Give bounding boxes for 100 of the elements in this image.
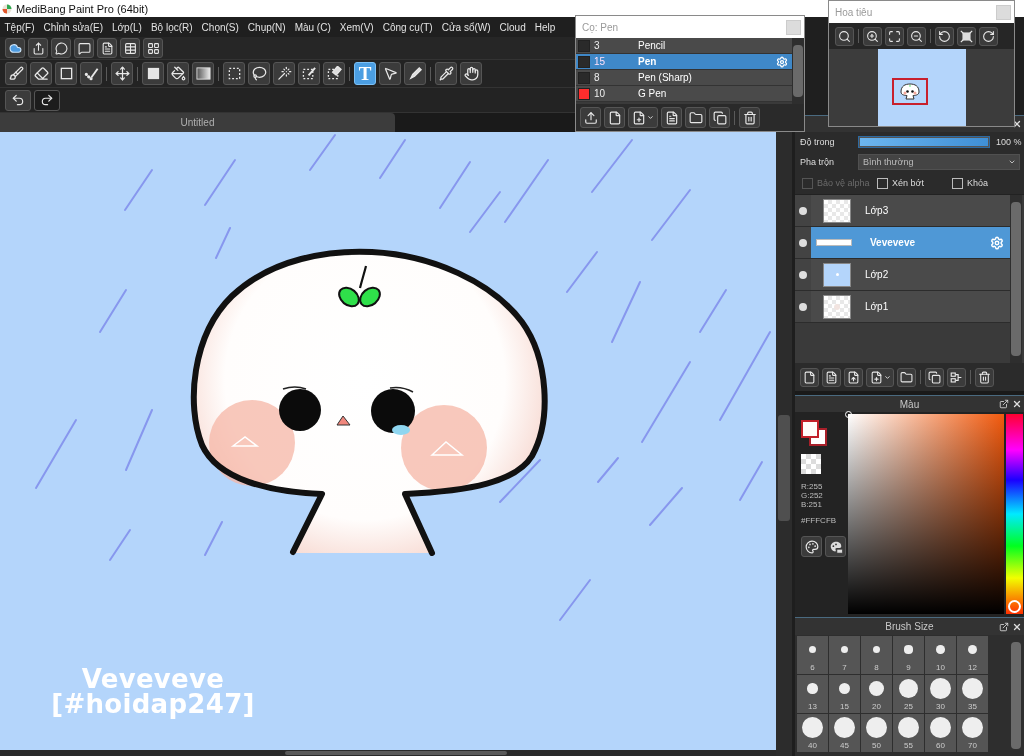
tool-button[interactable] xyxy=(223,62,245,85)
tool-button[interactable] xyxy=(404,62,426,85)
brush-row[interactable]: 15 Pen xyxy=(576,54,792,70)
viewport-frame[interactable] xyxy=(891,78,928,105)
tool-button[interactable]: T xyxy=(354,62,376,85)
tool-button[interactable] xyxy=(323,62,345,85)
tool-button[interactable] xyxy=(897,367,916,387)
scrollbar-thumb[interactable] xyxy=(1011,202,1021,356)
scrollbar[interactable] xyxy=(776,132,792,756)
tool-button[interactable] xyxy=(97,38,117,58)
tool-button[interactable] xyxy=(925,367,944,387)
brush-size-cell[interactable]: 70 xyxy=(957,714,988,752)
brush-size-cell[interactable]: 50 xyxy=(861,714,892,752)
tool-button[interactable] xyxy=(5,62,27,85)
tool-button[interactable] xyxy=(167,62,189,85)
settings-icon[interactable] xyxy=(990,235,1004,250)
checkbox[interactable] xyxy=(952,177,963,189)
brush-size-cell[interactable]: 8 xyxy=(861,636,892,674)
brush-size-cell[interactable]: 12 xyxy=(957,636,988,674)
menu-item[interactable]: Cloud xyxy=(495,17,531,37)
menu-item[interactable]: Tệp(F) xyxy=(0,17,39,37)
tool-button[interactable] xyxy=(661,107,682,128)
tool-button[interactable] xyxy=(801,536,822,557)
checkbox[interactable] xyxy=(877,177,888,189)
layer-row[interactable]: Lớp2 xyxy=(795,259,1010,291)
layer-row[interactable]: Lớp1 xyxy=(795,291,1010,323)
navigator-preview[interactable] xyxy=(877,49,966,126)
tool-button[interactable] xyxy=(248,62,270,85)
menu-item[interactable]: Màu (C) xyxy=(290,17,336,37)
tool-button[interactable] xyxy=(907,26,926,46)
visibility-dot-icon[interactable] xyxy=(799,238,807,247)
brush-size-cell[interactable]: 25 xyxy=(893,675,924,713)
tool-button[interactable] xyxy=(822,367,841,387)
menu-item[interactable]: Công cụ(T) xyxy=(378,17,438,37)
tool-button[interactable] xyxy=(143,38,163,58)
tool-button[interactable] xyxy=(957,26,976,46)
transparent-color-swatch[interactable] xyxy=(801,454,821,474)
tool-button[interactable] xyxy=(739,107,760,128)
brush-size-cell[interactable]: 20 xyxy=(861,675,892,713)
brush-size-cell[interactable]: 10 xyxy=(925,636,956,674)
brush-size-cell[interactable]: 35 xyxy=(957,675,988,713)
tool-button[interactable] xyxy=(863,26,882,46)
menu-item[interactable]: Bộ lọc(R) xyxy=(146,17,198,37)
tool-button[interactable] xyxy=(885,26,904,46)
scrollbar[interactable] xyxy=(792,38,804,104)
close-icon[interactable] xyxy=(1012,621,1022,632)
undock-icon[interactable] xyxy=(999,621,1009,632)
tool-button[interactable] xyxy=(5,38,25,58)
menu-item[interactable]: Chọn(S) xyxy=(197,17,244,37)
tool-button[interactable] xyxy=(192,62,214,85)
tool-button[interactable] xyxy=(685,107,706,128)
brush-size-cell[interactable]: 45 xyxy=(829,714,860,752)
tool-button[interactable] xyxy=(273,62,295,85)
tool-button[interactable] xyxy=(835,26,854,46)
tool-button[interactable] xyxy=(80,62,102,85)
layer-row[interactable]: Lớp3 xyxy=(795,195,1010,227)
tool-button[interactable] xyxy=(298,62,320,85)
scrollbar[interactable] xyxy=(1010,195,1022,363)
tool-button[interactable] xyxy=(580,107,601,128)
tool-button[interactable] xyxy=(975,367,994,387)
scrollbar[interactable] xyxy=(0,750,776,756)
tool-button[interactable] xyxy=(30,62,52,85)
layer-row[interactable]: Veveveve xyxy=(795,227,1010,259)
brush-size-cell[interactable]: 40 xyxy=(797,714,828,752)
brush-size-cell[interactable]: 7 xyxy=(829,636,860,674)
menu-item[interactable]: Cửa sổ(W) xyxy=(437,17,496,37)
brush-row[interactable]: 3 Pencil xyxy=(576,38,792,54)
tool-button[interactable] xyxy=(28,38,48,58)
tool-button[interactable] xyxy=(111,62,133,85)
tool-button[interactable] xyxy=(74,38,94,58)
document-tab[interactable]: Untitled xyxy=(0,113,395,132)
brush-size-cell[interactable]: 6 xyxy=(797,636,828,674)
tool-button[interactable] xyxy=(55,62,77,85)
color-swatches-icon[interactable] xyxy=(801,420,827,446)
tool-button[interactable] xyxy=(435,62,457,85)
settings-icon[interactable] xyxy=(776,55,788,68)
tool-button[interactable] xyxy=(628,107,658,128)
tool-button[interactable] xyxy=(460,62,482,85)
menu-item[interactable]: Chỉnh sửa(E) xyxy=(39,17,108,37)
brush-size-cell[interactable]: 9 xyxy=(893,636,924,674)
blend-mode-dropdown[interactable]: Bình thường xyxy=(858,154,1020,170)
tool-button[interactable] xyxy=(844,367,863,387)
menu-item[interactable]: Lớp(L) xyxy=(107,17,147,37)
scrollbar-thumb[interactable] xyxy=(1011,642,1021,749)
tool-button[interactable] xyxy=(935,26,954,46)
brush-size-cell[interactable]: 15 xyxy=(829,675,860,713)
tool-button[interactable] xyxy=(142,62,164,85)
hue-thumb[interactable] xyxy=(1008,600,1021,613)
tool-button[interactable] xyxy=(866,367,894,387)
brush-size-cell[interactable]: 30 xyxy=(925,675,956,713)
tool-button[interactable] xyxy=(947,367,966,387)
brush-row[interactable]: 10 G Pen xyxy=(576,86,792,102)
brush-row[interactable]: 8 Pen (Sharp) xyxy=(576,70,792,86)
visibility-dot-icon[interactable] xyxy=(799,206,807,215)
menu-item[interactable]: Xem(V) xyxy=(335,17,379,37)
tool-button[interactable] xyxy=(51,38,71,58)
tool-button[interactable] xyxy=(34,89,60,111)
brush-size-cell[interactable]: 55 xyxy=(893,714,924,752)
color-field[interactable] xyxy=(848,414,1004,614)
menu-item[interactable]: Chụp(N) xyxy=(243,17,291,37)
